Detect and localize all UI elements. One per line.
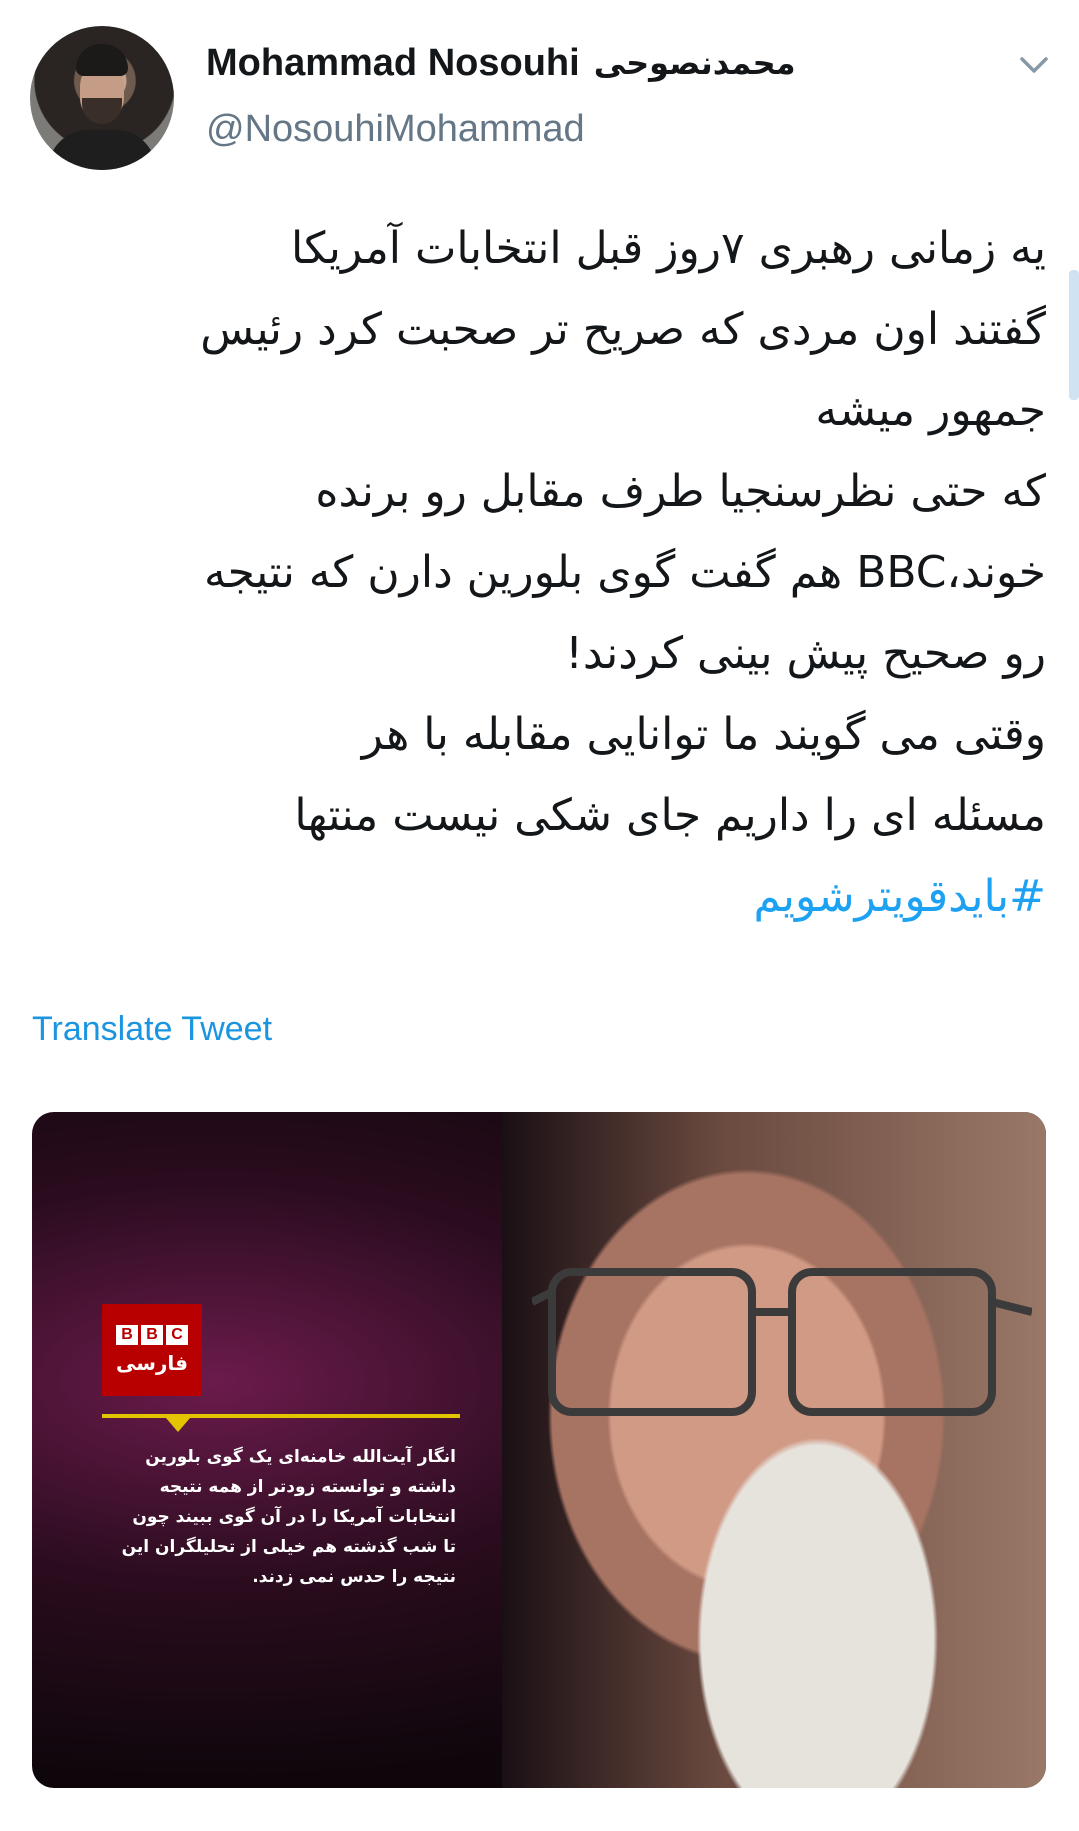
scroll-indicator [1069, 270, 1079, 400]
portrait-photo [502, 1112, 1046, 1788]
avatar-body [48, 130, 156, 170]
caption-divider [102, 1414, 460, 1418]
tweet-line: جمهور میشه [815, 385, 1046, 436]
caption-line: تا شب گذشته هم خیلی از تحلیلگران این [121, 1537, 456, 1557]
bbc-persian-logo: B B C فارسی [102, 1304, 202, 1396]
bbc-letter: B [141, 1325, 163, 1345]
author-name-row[interactable]: Mohammad Nosouhi محمدنصوحی [206, 38, 796, 88]
tweet-line: گفتند اون مردی که صریح تر صحبت کرد رئیس [200, 304, 1046, 355]
tweet-line: وقتی می گویند ما توانایی مقابله با هر [361, 709, 1046, 760]
bbc-logo-blocks: B B C [116, 1325, 188, 1345]
tweet-line: مسئله ای را داریم جای شکی نیست منتها [294, 790, 1046, 841]
bbc-letter: B [116, 1325, 138, 1345]
tweet-media-image[interactable]: B B C فارسی انگار آیت‌الله خامنه‌ای یک گ… [32, 1112, 1046, 1788]
caption-line: داشته و توانسته زودتر از همه نتیجه [159, 1477, 456, 1497]
bbc-persian-label: فارسی [115, 1351, 189, 1375]
caption-line: انگار آیت‌الله خامنه‌ای یک گوی بلورین [145, 1447, 456, 1467]
avatar-hair [76, 44, 128, 76]
avatar-beard [82, 98, 122, 124]
tweet-line: که حتی نظرسنجیا طرف مقابل رو برنده [315, 466, 1046, 517]
bbc-caption: انگار آیت‌الله خامنه‌ای یک گوی بلورین دا… [102, 1442, 456, 1592]
author-name-fa[interactable]: محمدنصوحی [594, 44, 796, 82]
avatar[interactable] [30, 26, 174, 170]
tweet-line: یه زمانی رهبری ۷روز قبل انتخابات آمریکا [290, 223, 1046, 274]
translate-tweet-link[interactable]: Translate Tweet [32, 1010, 272, 1049]
glasses-graphic [532, 1268, 1032, 1416]
caption-caret [166, 1418, 190, 1432]
author-name[interactable]: Mohammad Nosouhi [206, 42, 580, 85]
bbc-letter: C [166, 1325, 188, 1345]
caption-line: نتیجه را حدس نمی زدند. [252, 1567, 456, 1587]
author-handle[interactable]: @NosouhiMohammad [206, 108, 585, 151]
caption-line: انتخابات آمریکا را در آن گوی ببیند چون [132, 1507, 456, 1527]
hashtag-link[interactable]: #بایدقویترشویم [40, 856, 1046, 937]
tweet-line: خوند،BBC هم گفت گوی بلورین دارن که نتیجه [204, 547, 1046, 598]
tweet-text: یه زمانی رهبری ۷روز قبل انتخابات آمریکا … [40, 208, 1046, 937]
tweet-line: رو صحیح پیش بینی کردند! [565, 628, 1046, 679]
chevron-down-icon[interactable] [1016, 50, 1052, 80]
